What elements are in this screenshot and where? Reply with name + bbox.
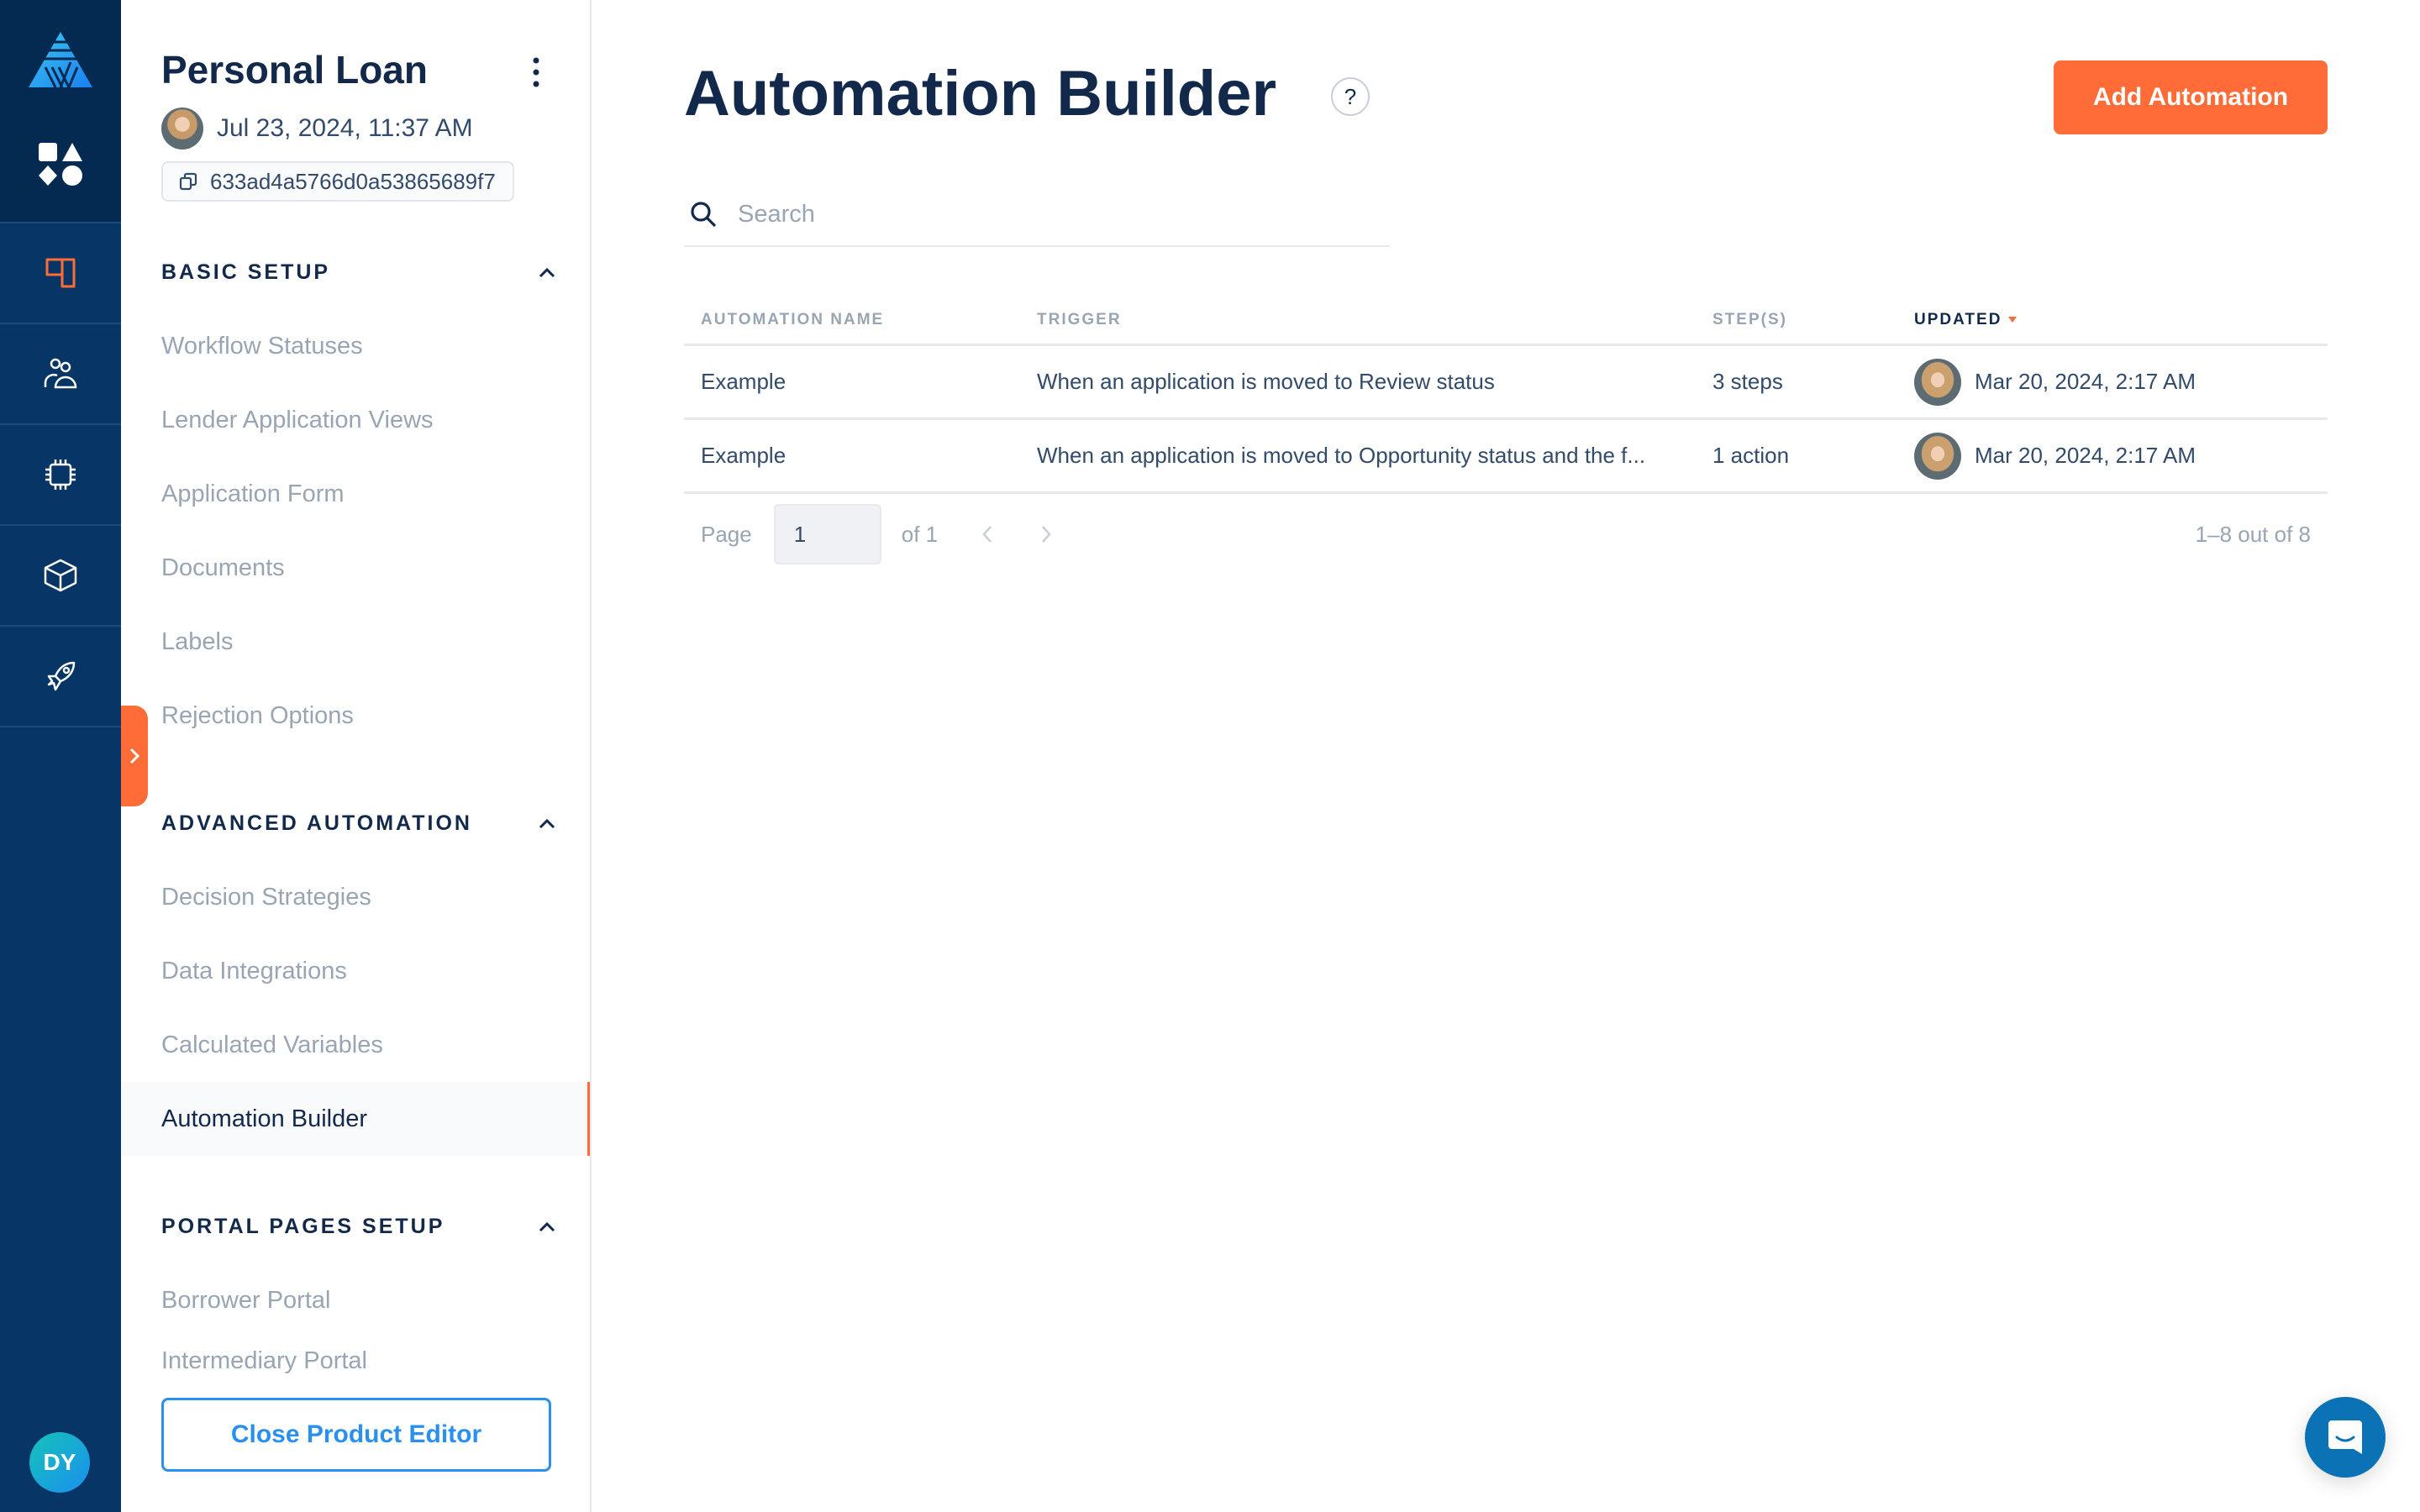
product-updated-date: Jul 23, 2024, 11:37 AM <box>217 114 473 142</box>
users-icon <box>44 358 77 389</box>
automation-trigger: When an application is moved to Opportun… <box>1037 443 1646 468</box>
page-label: Page <box>701 521 752 547</box>
section-title: PORTAL PAGES SETUP <box>161 1215 445 1238</box>
pagination: Page of 1 1–8 out of 8 <box>684 504 2328 564</box>
copy-product-id-button[interactable]: 633ad4a5766d0a53865689f7 <box>161 161 514 202</box>
rocket-icon <box>47 661 76 691</box>
page-count: of 1 <box>901 521 939 547</box>
close-product-editor-button[interactable]: Close Product Editor <box>161 1398 551 1472</box>
updater-avatar <box>1914 358 1961 406</box>
product-meta: Jul 23, 2024, 11:37 AM <box>161 108 473 150</box>
updated-date: Mar 20, 2024, 2:17 AM <box>1975 369 2196 394</box>
user-avatar[interactable]: DY <box>29 1432 90 1493</box>
column-header-trigger[interactable]: TRIGGER <box>1020 311 1696 329</box>
more-options-icon[interactable] <box>528 55 544 89</box>
expand-sidebar-toggle[interactable] <box>121 706 148 806</box>
copy-icon <box>179 172 197 191</box>
column-header-steps[interactable]: STEP(S) <box>1696 311 1897 329</box>
cube-icon <box>44 559 77 592</box>
product-sidebar: Personal Loan Jul 23, 2024, 11:37 AM 633… <box>121 0 592 1512</box>
product-id: 633ad4a5766d0a53865689f7 <box>210 168 496 194</box>
updater-avatar <box>1914 432 1961 480</box>
sort-descending-icon <box>2008 317 2018 323</box>
search-bar <box>684 183 1390 247</box>
section-portal-pages-setup[interactable]: PORTAL PAGES SETUP <box>161 1215 556 1239</box>
automation-updated: Mar 20, 2024, 2:17 AM <box>1897 358 2328 406</box>
chevron-up-icon <box>539 1221 555 1231</box>
previous-page-button[interactable] <box>975 522 1000 547</box>
help-button[interactable]: ? <box>1331 77 1370 116</box>
search-icon <box>691 202 717 228</box>
chip-icon <box>45 459 76 490</box>
product-title: Personal Loan <box>161 48 428 92</box>
icon-rail: DY <box>0 0 121 1512</box>
nav-item-decision-strategies[interactable]: Decision Strategies <box>121 860 590 934</box>
rail-item-packages[interactable] <box>0 524 121 625</box>
chevron-right-icon <box>129 748 140 764</box>
results-range: 1–8 out of 8 <box>2195 521 2311 547</box>
rail-item-launch[interactable] <box>0 625 121 726</box>
table-header: AUTOMATION NAME TRIGGER STEP(S) UPDATED <box>684 296 2328 346</box>
nav-item-data-integrations[interactable]: Data Integrations <box>121 934 590 1008</box>
nav-item-calculated-variables[interactable]: Calculated Variables <box>121 1008 590 1082</box>
section-title: BASIC SETUP <box>161 260 331 284</box>
chevron-right-icon <box>1042 526 1051 543</box>
column-header-updated-label: UPDATED <box>1914 310 2002 328</box>
search-input[interactable] <box>738 200 1376 228</box>
product-layout-icon <box>45 258 76 288</box>
updated-date: Mar 20, 2024, 2:17 AM <box>1975 443 2196 468</box>
section-title: ADVANCED AUTOMATION <box>161 811 472 835</box>
chat-widget-button[interactable] <box>2305 1397 2386 1478</box>
nav-item-rejection-options[interactable]: Rejection Options <box>121 679 590 753</box>
section-advanced-automation[interactable]: ADVANCED AUTOMATION <box>161 811 556 836</box>
page-number-input[interactable] <box>773 504 881 564</box>
add-automation-button[interactable]: Add Automation <box>2054 60 2328 134</box>
chat-icon <box>2328 1420 2362 1454</box>
table-row[interactable]: Example When an application is moved to … <box>684 346 2328 420</box>
nav-item-documents[interactable]: Documents <box>121 531 590 605</box>
automation-steps: 1 action <box>1712 443 1790 468</box>
apps-shapes-icon[interactable] <box>37 141 84 186</box>
chevron-up-icon <box>539 818 555 828</box>
table-row[interactable]: Example When an application is moved to … <box>684 420 2328 494</box>
next-page-button[interactable] <box>1034 522 1059 547</box>
rail-item-users[interactable] <box>0 323 121 423</box>
automation-updated: Mar 20, 2024, 2:17 AM <box>1897 432 2328 480</box>
brand-logo-icon[interactable] <box>27 30 94 89</box>
nav-item-lender-application-views[interactable]: Lender Application Views <box>121 383 590 457</box>
nav-item-application-form[interactable]: Application Form <box>121 457 590 531</box>
column-header-automation-name[interactable]: AUTOMATION NAME <box>684 311 1020 329</box>
section-basic-setup[interactable]: BASIC SETUP <box>161 260 556 285</box>
automations-table: AUTOMATION NAME TRIGGER STEP(S) UPDATED … <box>684 296 2328 494</box>
automation-steps: 3 steps <box>1712 369 1783 394</box>
editor-avatar <box>161 108 203 150</box>
chevron-left-icon <box>982 526 992 543</box>
column-header-updated[interactable]: UPDATED <box>1897 311 2328 329</box>
chevron-up-icon <box>539 267 555 277</box>
page-title: Automation Builder <box>684 58 1277 129</box>
rail-divider <box>0 726 121 727</box>
nav-item-labels[interactable]: Labels <box>121 605 590 679</box>
nav-item-workflow-statuses[interactable]: Workflow Statuses <box>121 309 590 383</box>
nav-item-automation-builder[interactable]: Automation Builder <box>121 1082 590 1156</box>
automation-name: Example <box>701 443 786 468</box>
rail-item-processing[interactable] <box>0 423 121 524</box>
rail-item-products[interactable] <box>0 222 121 323</box>
automation-name: Example <box>701 369 786 394</box>
nav-item-intermediary-portal[interactable]: Intermediary Portal <box>121 1337 590 1384</box>
automation-trigger: When an application is moved to Review s… <box>1037 369 1495 394</box>
nav-item-borrower-portal[interactable]: Borrower Portal <box>121 1263 590 1337</box>
